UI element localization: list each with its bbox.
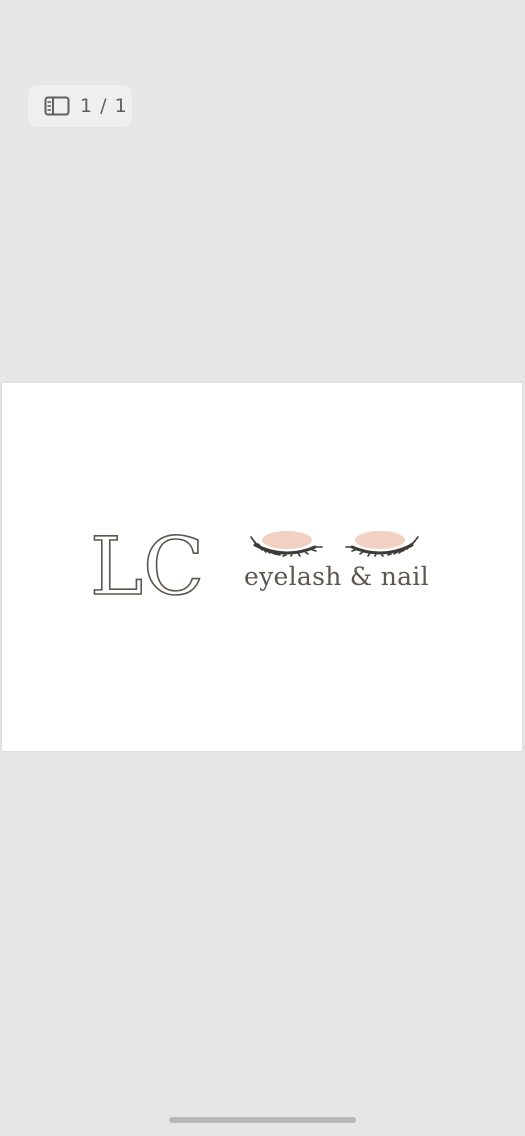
closed-eyelashes-icon: [345, 531, 419, 557]
closed-eyelashes-icon: [250, 531, 323, 557]
document-pages-icon: [44, 96, 70, 116]
page-count-label: 1 / 1: [80, 95, 128, 117]
home-indicator[interactable]: [169, 1117, 356, 1123]
lc-monogram: LC: [90, 523, 205, 603]
lc-monogram-text: LC: [90, 523, 204, 603]
logo-tagline: eyelash & nail: [244, 562, 429, 591]
page-indicator[interactable]: 1 / 1: [28, 85, 132, 127]
